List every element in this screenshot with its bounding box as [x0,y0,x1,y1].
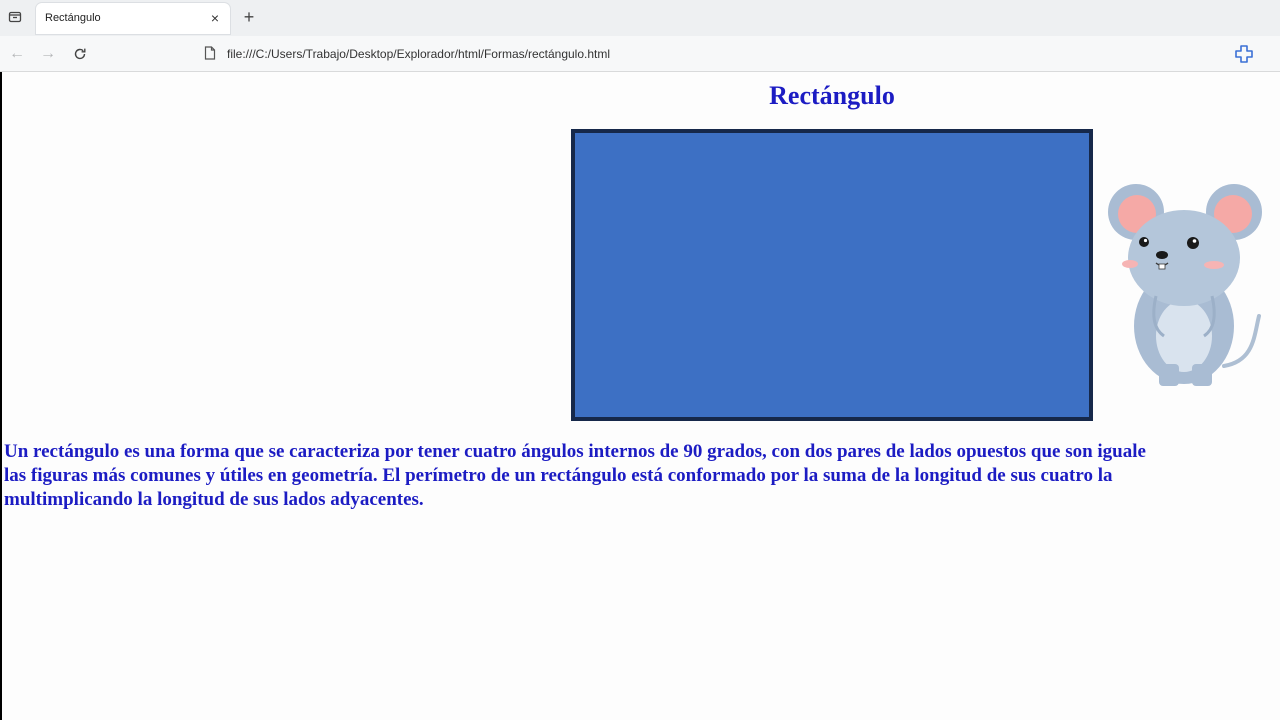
url-text: file:///C:/Users/Trabajo/Desktop/Explora… [227,47,611,61]
mouse-illustration [1108,184,1262,386]
browser-toolbar: ← → file:///C:/Users/Trabajo/Desktop/Exp… [0,36,1280,72]
description-line: multimplicando la longitud de sus lados … [4,489,424,510]
back-arrow-icon[interactable]: ← [6,43,28,65]
page-title: Rectángulo [769,81,895,110]
description-line: Un rectángulo es una forma que se caract… [4,441,1146,462]
new-tab-icon[interactable]: + [238,6,260,28]
tab-active[interactable]: Rectángulo × [36,3,230,34]
description-text: Un rectángulo es una forma que se caract… [4,440,1280,512]
tab-list-icon[interactable] [4,6,26,28]
rectangle-shape [571,129,1093,421]
close-tab-icon[interactable]: × [206,9,224,27]
file-icon [204,46,218,62]
description-line: las figuras más comunes y útiles en geom… [4,465,1113,486]
extensions-icon[interactable] [1232,42,1256,66]
reload-icon[interactable] [69,43,91,65]
forward-arrow-icon[interactable]: → [37,43,59,65]
address-bar[interactable]: file:///C:/Users/Trabajo/Desktop/Explora… [196,41,1206,67]
tab-strip: Rectángulo × + [0,0,1280,36]
tab-title: Rectángulo [45,12,101,24]
page-content: Rectángulo Un rectángulo es una forma qu… [0,72,1280,720]
